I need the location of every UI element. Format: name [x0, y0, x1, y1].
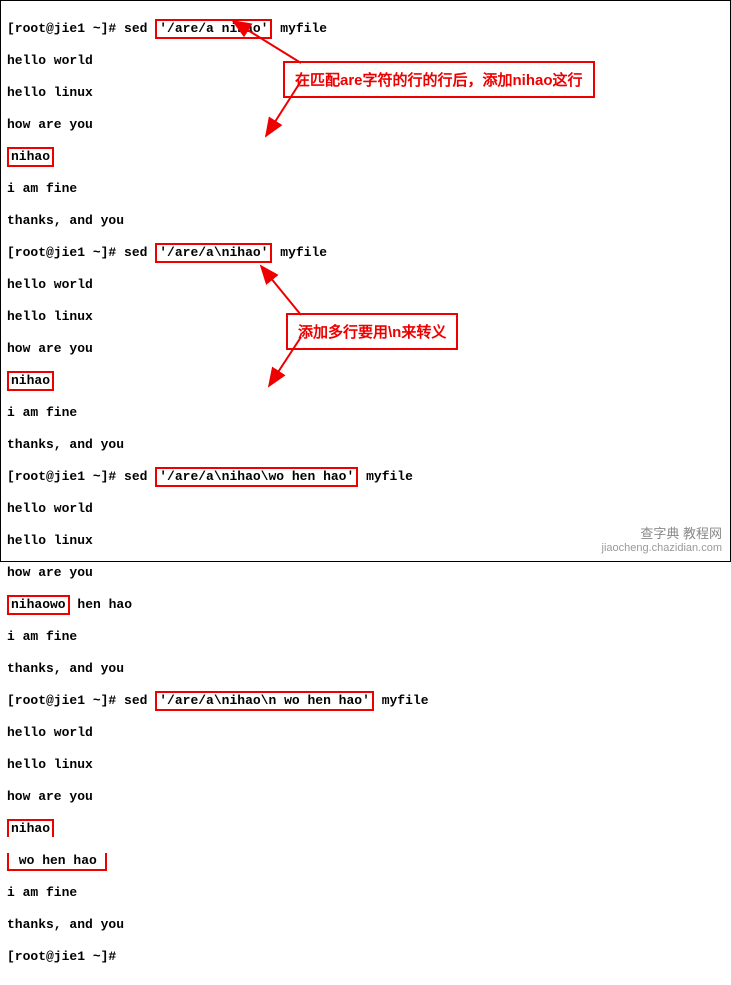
arg-box-3: '/are/a\nihao\wo hen hao' [155, 467, 358, 487]
arg-box-1: '/are/a nihao' [155, 19, 272, 39]
callout-2: 添加多行要用\n来转义 [286, 313, 458, 350]
prompt-end: [root@jie1 ~]# [7, 949, 724, 965]
output-box-multi: nihao [7, 821, 724, 837]
cmd-line-4: [root@jie1 ~]# sed '/are/a\nihao\n wo he… [7, 693, 724, 709]
arg-box-2: '/are/a\nihao' [155, 243, 272, 263]
callout-1: 在匹配are字符的行的行后，添加nihao这行 [283, 61, 595, 98]
watermark: 查字典 教程网 jiaocheng.chazidian.com [602, 527, 722, 555]
output-box-nihao-2: nihao [7, 371, 54, 391]
output-box-nihaowo: nihaowo [7, 595, 70, 615]
cmd-line-3: [root@jie1 ~]# sed '/are/a\nihao\wo hen … [7, 469, 724, 485]
arg-box-4: '/are/a\nihao\n wo hen hao' [155, 691, 374, 711]
cmd-line-1: [root@jie1 ~]# sed '/are/a nihao' myfile [7, 21, 724, 37]
cmd-line-2: [root@jie1 ~]# sed '/are/a\nihao' myfile [7, 245, 724, 261]
output-box-nihao-1: nihao [7, 147, 54, 167]
terminal-output: [root@jie1 ~]# sed '/are/a nihao' myfile… [1, 1, 730, 985]
